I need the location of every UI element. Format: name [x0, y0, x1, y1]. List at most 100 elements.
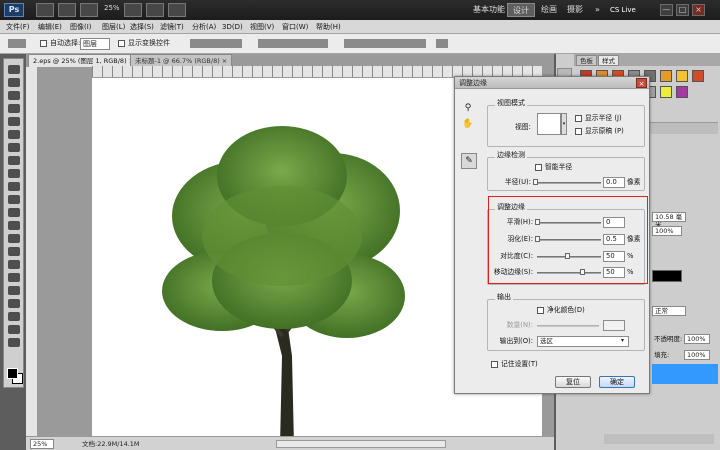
remember-settings-checkbox[interactable] [491, 361, 498, 368]
menu-view[interactable]: 视图(V) [250, 20, 274, 34]
horizontal-scrollbar[interactable] [276, 440, 446, 448]
view-mode-heading: 视图模式 [495, 99, 527, 108]
radius-slider[interactable] [535, 182, 601, 184]
eraser-tool-icon[interactable] [8, 195, 20, 204]
show-transform-checkbox[interactable] [118, 40, 125, 47]
shape-tool-icon[interactable] [8, 286, 20, 295]
zoom-tool-icon[interactable] [146, 3, 164, 17]
move-tool-preset-icon[interactable] [8, 39, 26, 48]
ok-button[interactable]: 确定 [599, 376, 635, 388]
menu-window[interactable]: 窗口(W) [282, 20, 308, 34]
auto-select-checkbox[interactable] [40, 40, 47, 47]
opacity-field[interactable]: 100% [684, 334, 710, 344]
menu-image[interactable]: 图像(I) [70, 20, 92, 34]
menu-edit[interactable]: 编辑(E) [38, 20, 62, 34]
style-swatch[interactable] [660, 70, 672, 82]
style-swatch[interactable] [660, 86, 672, 98]
brush-tool-icon[interactable] [8, 156, 20, 165]
show-radius-checkbox[interactable] [575, 115, 582, 122]
percent-field[interactable]: 100% [652, 226, 682, 236]
history-brush-tool-icon[interactable] [8, 182, 20, 191]
amount-slider[interactable] [537, 325, 599, 327]
remember-settings-label: 记住设置(T) [501, 360, 538, 368]
hand-tool-icon[interactable] [124, 3, 142, 17]
fill-field[interactable]: 100% [684, 350, 710, 360]
show-original-label: 显示原稿 (P) [585, 127, 624, 135]
minibridge-icon[interactable] [58, 3, 76, 17]
tab-swatches[interactable]: 色板 [576, 55, 597, 66]
refine-radius-tool-icon[interactable]: ✎ [461, 153, 477, 169]
marquee-tool-icon[interactable] [8, 78, 20, 87]
style-swatch[interactable] [676, 70, 688, 82]
workspace-design[interactable]: 设计 [507, 3, 535, 17]
view-mode-thumbnail[interactable] [537, 113, 561, 135]
workspace-painting[interactable]: 绘画 [536, 3, 562, 17]
distribute-spacing-icon[interactable] [344, 39, 426, 48]
clone-stamp-tool-icon[interactable] [8, 169, 20, 178]
gradient-tool-icon[interactable] [8, 208, 20, 217]
crop-tool-icon[interactable] [8, 117, 20, 126]
smart-radius-checkbox[interactable] [535, 164, 542, 171]
move-tool-icon[interactable] [8, 65, 20, 74]
type-tool-icon[interactable] [8, 260, 20, 269]
document-size-readout[interactable]: 文档:22.9M/14.1M [82, 439, 140, 449]
size-field[interactable]: 10.58 毫米 [652, 212, 686, 229]
style-swatch[interactable] [692, 70, 704, 82]
workspace-essentials[interactable]: 基本功能 [468, 3, 510, 17]
menu-help[interactable]: 帮助(H) [316, 20, 341, 34]
healing-brush-tool-icon[interactable] [8, 143, 20, 152]
amount-input[interactable] [603, 320, 625, 331]
radius-input[interactable]: 0.0 [603, 177, 625, 188]
dodge-tool-icon[interactable] [8, 234, 20, 243]
style-swatch[interactable] [676, 86, 688, 98]
blur-tool-icon[interactable] [8, 221, 20, 230]
view-extras-icon[interactable] [80, 3, 98, 17]
maximize-button[interactable]: □ [676, 4, 689, 16]
reset-button[interactable]: 复位 [555, 376, 591, 388]
dialog-close-button[interactable]: × [636, 78, 647, 88]
menu-filter[interactable]: 滤镜(T) [160, 20, 184, 34]
zoom-tool-icon[interactable]: ⚲ [461, 101, 475, 115]
view-mode-dropdown-arrow[interactable]: ▾ [561, 113, 567, 135]
hand-tool-icon[interactable] [8, 325, 20, 334]
3d-rotate-tool-icon[interactable] [8, 299, 20, 308]
zoom-level-display[interactable]: 25% [104, 4, 120, 12]
menu-3d[interactable]: 3D(D) [222, 20, 243, 34]
auto-align-icon[interactable] [436, 39, 448, 48]
output-to-dropdown[interactable]: 选区 [537, 336, 629, 347]
3d-orbit-tool-icon[interactable] [8, 312, 20, 321]
more-workspaces-icon[interactable]: » [590, 3, 605, 17]
hand-tool-icon[interactable]: ✋ [461, 117, 475, 131]
eyedropper-tool-icon[interactable] [8, 130, 20, 139]
distribute-buttons-icon[interactable] [258, 39, 328, 48]
lasso-tool-icon[interactable] [8, 91, 20, 100]
arrange-documents-icon[interactable] [168, 3, 186, 17]
show-original-checkbox[interactable] [575, 128, 582, 135]
layer-panel-footer-icons[interactable] [604, 434, 714, 444]
blend-mode-dropdown[interactable]: 正常 [652, 306, 686, 316]
pen-tool-icon[interactable] [8, 247, 20, 256]
path-select-tool-icon[interactable] [8, 273, 20, 282]
cs-live-button[interactable]: CS Live [610, 3, 636, 17]
color-swatch[interactable] [652, 270, 682, 282]
decontaminate-checkbox[interactable] [537, 307, 544, 314]
quick-select-tool-icon[interactable] [8, 104, 20, 113]
close-window-button[interactable]: × [692, 4, 705, 16]
auto-select-dropdown[interactable]: 图层 [80, 38, 110, 50]
toolbox [3, 58, 24, 388]
menu-layer[interactable]: 图层(L) [102, 20, 125, 34]
dialog-title[interactable]: 调整边缘 [455, 77, 649, 89]
workspace-photography[interactable]: 摄影 [562, 3, 588, 17]
menu-select[interactable]: 选择(S) [130, 20, 154, 34]
zoom-tool-icon[interactable] [8, 338, 20, 347]
foreground-color-swatch[interactable] [7, 368, 18, 379]
status-zoom-field[interactable]: 25% [30, 439, 54, 449]
radius-slider-knob[interactable] [533, 179, 538, 185]
tab-styles[interactable]: 样式 [598, 55, 619, 66]
menu-file[interactable]: 文件(F) [6, 20, 30, 34]
selected-layer-row[interactable] [652, 364, 718, 384]
align-buttons-icon[interactable] [190, 39, 242, 48]
minimize-button[interactable]: — [660, 4, 673, 16]
menu-analysis[interactable]: 分析(A) [192, 20, 216, 34]
bridge-icon[interactable] [36, 3, 54, 17]
